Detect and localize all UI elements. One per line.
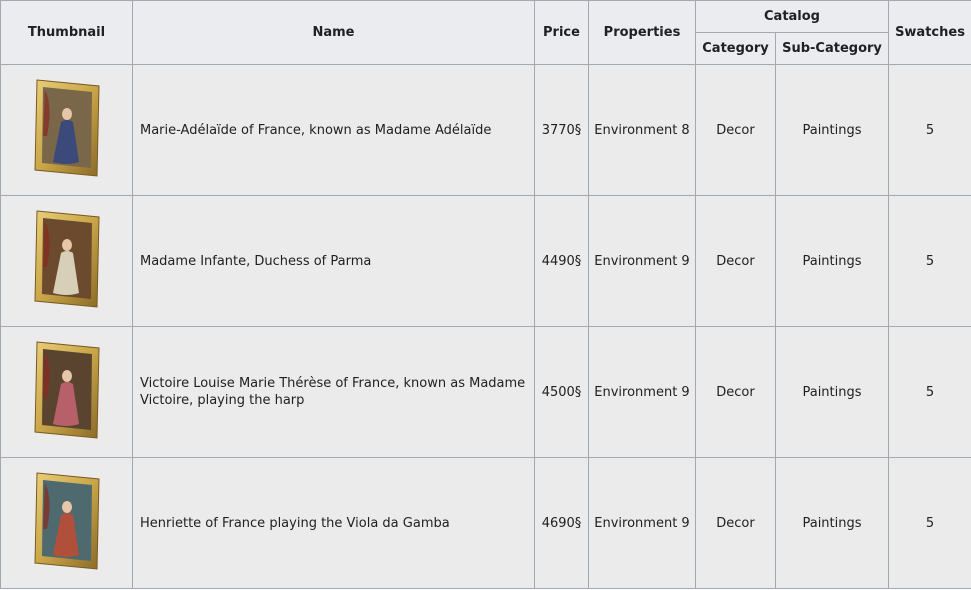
name-cell: Victoire Louise Marie Thérèse of France,…	[132, 326, 535, 458]
table-row: Victoire Louise Marie Thérèse of France,…	[0, 326, 971, 458]
subcategory-cell: Paintings	[775, 64, 889, 196]
framed-portrait-icon[interactable]	[31, 338, 103, 442]
header-subcategory: Sub-Category	[775, 32, 889, 65]
header-swatches: Swatches	[888, 0, 971, 65]
thumbnail-cell	[0, 64, 133, 196]
table-row: Henriette of France playing the Viola da…	[0, 457, 971, 589]
header-thumbnail: Thumbnail	[0, 0, 133, 65]
table-row: Marie-Adélaïde of France, known as Madam…	[0, 64, 971, 196]
header-name: Name	[132, 0, 535, 65]
name-cell: Marie-Adélaïde of France, known as Madam…	[132, 64, 535, 196]
header-category: Category	[695, 32, 776, 65]
properties-cell: Environment 9	[588, 195, 696, 327]
name-cell: Henriette of France playing the Viola da…	[132, 457, 535, 589]
name-cell: Madame Infante, Duchess of Parma	[132, 195, 535, 327]
framed-portrait-icon[interactable]	[31, 469, 103, 573]
subcategory-cell: Paintings	[775, 457, 889, 589]
table-row: Madame Infante, Duchess of Parma 4490§ E…	[0, 195, 971, 327]
category-cell: Decor	[695, 326, 776, 458]
properties-cell: Environment 9	[588, 326, 696, 458]
category-cell: Decor	[695, 64, 776, 196]
price-cell: 4690§	[534, 457, 589, 589]
swatches-cell: 5	[888, 457, 971, 589]
thumbnail-cell	[0, 326, 133, 458]
thumbnail-cell	[0, 457, 133, 589]
swatches-cell: 5	[888, 195, 971, 327]
paintings-table: Thumbnail Name Price Properties Catalog …	[0, 0, 971, 589]
framed-portrait-icon[interactable]	[31, 76, 103, 180]
price-cell: 4500§	[534, 326, 589, 458]
framed-portrait-icon[interactable]	[31, 207, 103, 311]
properties-cell: Environment 8	[588, 64, 696, 196]
price-cell: 3770§	[534, 64, 589, 196]
swatches-cell: 5	[888, 326, 971, 458]
thumbnail-cell	[0, 195, 133, 327]
category-cell: Decor	[695, 457, 776, 589]
price-cell: 4490§	[534, 195, 589, 327]
category-cell: Decor	[695, 195, 776, 327]
swatches-cell: 5	[888, 64, 971, 196]
header-price: Price	[534, 0, 589, 65]
header-properties: Properties	[588, 0, 696, 65]
subcategory-cell: Paintings	[775, 326, 889, 458]
subcategory-cell: Paintings	[775, 195, 889, 327]
header-catalog: Catalog	[695, 0, 889, 33]
properties-cell: Environment 9	[588, 457, 696, 589]
